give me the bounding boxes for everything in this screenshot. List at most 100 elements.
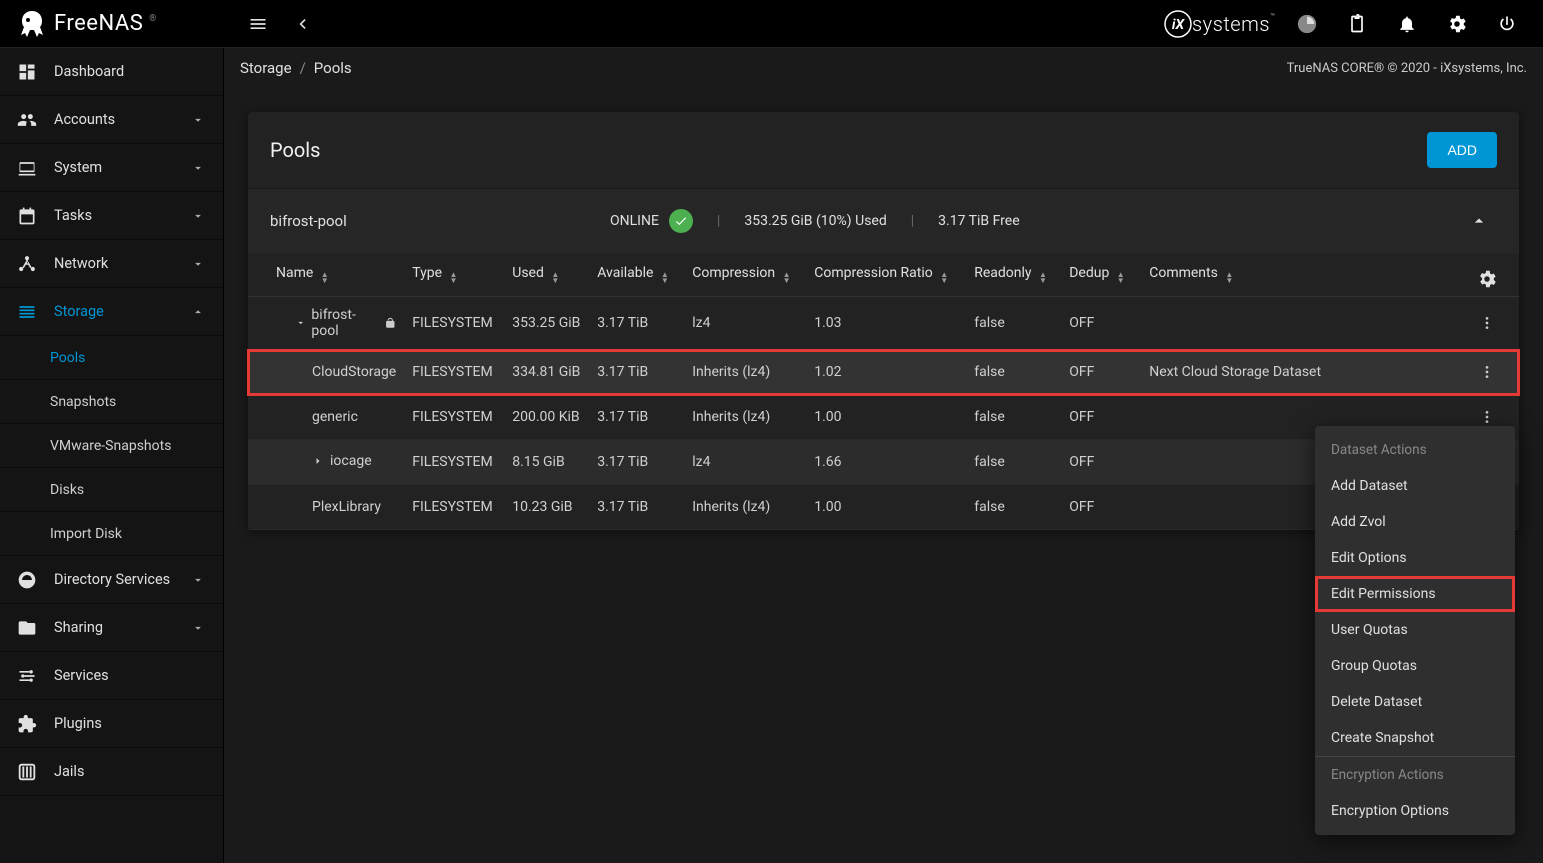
sidebar-item-label: Dashboard	[54, 63, 207, 80]
sidebar-item-label: Sharing	[54, 619, 175, 636]
chevron-down-icon	[191, 621, 207, 635]
logo[interactable]: FreeNAS ®	[8, 8, 232, 40]
row-available: 3.17 TiB	[589, 485, 684, 530]
sidebar-item-label: System	[54, 159, 175, 176]
col-ratio[interactable]: Compression Ratio ▲▼	[806, 253, 966, 297]
sidebar-item-label: Accounts	[54, 111, 175, 128]
menu-toggle-icon[interactable]	[240, 6, 276, 42]
row-compression: Inherits (lz4)	[684, 395, 806, 440]
menu-header-dataset: Dataset Actions	[1315, 432, 1515, 468]
row-ratio: 1.00	[806, 395, 966, 440]
services-icon	[16, 665, 38, 687]
pool-name: bifrost-pool	[270, 212, 610, 230]
sidebar-item-plugins[interactable]: Plugins	[0, 700, 223, 748]
menu-item-add-dataset[interactable]: Add Dataset	[1315, 468, 1515, 504]
sidebar-subitem-import-disk[interactable]: Import Disk	[0, 512, 223, 556]
menu-item-user-quotas[interactable]: User Quotas	[1315, 612, 1515, 648]
sidebar-item-storage[interactable]: Storage	[0, 288, 223, 336]
sidebar-item-jails[interactable]: Jails	[0, 748, 223, 796]
menu-item-delete-dataset[interactable]: Delete Dataset	[1315, 684, 1515, 720]
sort-icon: ▲▼	[321, 272, 329, 284]
col-readonly[interactable]: Readonly ▲▼	[966, 253, 1061, 297]
sidebar-item-services[interactable]: Services	[0, 652, 223, 700]
col-available[interactable]: Available ▲▼	[589, 253, 684, 297]
page-title: Pools	[270, 138, 321, 162]
row-available: 3.17 TiB	[589, 350, 684, 395]
pool-used: 353.25 GiB (10%) Used	[744, 213, 886, 229]
table-row[interactable]: CloudStorage FILESYSTEM 334.81 GiB 3.17 …	[248, 350, 1519, 395]
table-settings-icon[interactable]	[1469, 261, 1505, 297]
col-dedup[interactable]: Dedup ▲▼	[1061, 253, 1141, 297]
dashboard-icon	[16, 61, 38, 83]
menu-item-edit-options[interactable]: Edit Options	[1315, 540, 1515, 576]
row-available: 3.17 TiB	[589, 395, 684, 440]
row-compression: Inherits (lz4)	[684, 485, 806, 530]
row-dedup: OFF	[1061, 440, 1141, 485]
system-icon	[16, 157, 38, 179]
row-used: 200.00 KiB	[504, 395, 589, 440]
back-icon[interactable]	[284, 6, 320, 42]
sidebar-item-system[interactable]: System	[0, 144, 223, 192]
status-online-icon	[669, 209, 693, 233]
main-content: Storage / Pools TrueNAS CORE® © 2020 - i…	[224, 48, 1543, 863]
menu-item-create-snapshot[interactable]: Create Snapshot	[1315, 720, 1515, 756]
row-used: 10.23 GiB	[504, 485, 589, 530]
row-comments: Next Cloud Storage Dataset	[1141, 350, 1467, 395]
sort-icon: ▲▼	[783, 272, 791, 284]
settings-icon[interactable]	[1439, 6, 1475, 42]
collapse-pool-icon[interactable]	[1461, 203, 1497, 239]
sidebar-item-tasks[interactable]: Tasks	[0, 192, 223, 240]
col-name[interactable]: Name ▲▼	[248, 253, 404, 297]
menu-item-group-quotas[interactable]: Group Quotas	[1315, 648, 1515, 684]
menu-item-add-zvol[interactable]: Add Zvol	[1315, 504, 1515, 540]
sidebar-subitem-snapshots[interactable]: Snapshots	[0, 380, 223, 424]
sidebar-subitem-vmware-snapshots[interactable]: VMware-Snapshots	[0, 424, 223, 468]
sidebar-item-network[interactable]: Network	[0, 240, 223, 288]
row-readonly: false	[966, 485, 1061, 530]
col-comments[interactable]: Comments ▲▼	[1141, 253, 1467, 297]
row-type: FILESYSTEM	[404, 395, 504, 440]
sidebar-item-accounts[interactable]: Accounts	[0, 96, 223, 144]
sidebar-subitem-disks[interactable]: Disks	[0, 468, 223, 512]
col-compression[interactable]: Compression ▲▼	[684, 253, 806, 297]
row-type: FILESYSTEM	[404, 297, 504, 350]
row-name: bifrost-pool	[276, 307, 396, 339]
truecommand-icon[interactable]	[1289, 6, 1325, 42]
row-used: 334.81 GiB	[504, 350, 589, 395]
row-name: iocage	[276, 453, 372, 469]
sidebar-subitem-pools[interactable]: Pools	[0, 336, 223, 380]
sidebar-item-directory-services[interactable]: Directory Services	[0, 556, 223, 604]
row-available: 3.17 TiB	[589, 297, 684, 350]
row-actions-icon[interactable]	[1475, 311, 1499, 335]
ixsystems-logo[interactable]: iX systems ™	[1164, 12, 1275, 36]
tasks-icon	[16, 205, 38, 227]
row-name: PlexLibrary	[276, 499, 381, 515]
menu-item-edit-permissions[interactable]: Edit Permissions	[1315, 576, 1515, 612]
copyright: TrueNAS CORE® © 2020 - iXsystems, Inc.	[1287, 61, 1527, 76]
row-dedup: OFF	[1061, 395, 1141, 440]
row-readonly: false	[966, 350, 1061, 395]
breadcrumb-root[interactable]: Storage	[240, 59, 292, 77]
breadcrumb-current[interactable]: Pools	[314, 59, 352, 77]
sidebar-item-sharing[interactable]: Sharing	[0, 604, 223, 652]
menu-header-encryption: Encryption Actions	[1315, 756, 1515, 793]
row-dedup: OFF	[1061, 485, 1141, 530]
col-type[interactable]: Type ▲▼	[404, 253, 504, 297]
row-readonly: false	[966, 297, 1061, 350]
chevron-down-icon	[191, 161, 207, 175]
menu-item-encryption-options[interactable]: Encryption Options	[1315, 793, 1515, 829]
col-used[interactable]: Used ▲▼	[504, 253, 589, 297]
clipboard-icon[interactable]	[1339, 6, 1375, 42]
row-comments	[1141, 297, 1467, 350]
row-ratio: 1.00	[806, 485, 966, 530]
table-row[interactable]: bifrost-pool FILESYSTEM 353.25 GiB 3.17 …	[248, 297, 1519, 350]
add-button[interactable]: ADD	[1427, 132, 1497, 168]
row-type: FILESYSTEM	[404, 440, 504, 485]
row-readonly: false	[966, 395, 1061, 440]
chevron-down-icon	[191, 573, 207, 587]
row-actions-icon[interactable]	[1475, 360, 1499, 384]
sidebar-item-dashboard[interactable]: Dashboard	[0, 48, 223, 96]
sort-icon: ▲▼	[940, 272, 948, 284]
power-icon[interactable]	[1489, 6, 1525, 42]
notifications-icon[interactable]	[1389, 6, 1425, 42]
